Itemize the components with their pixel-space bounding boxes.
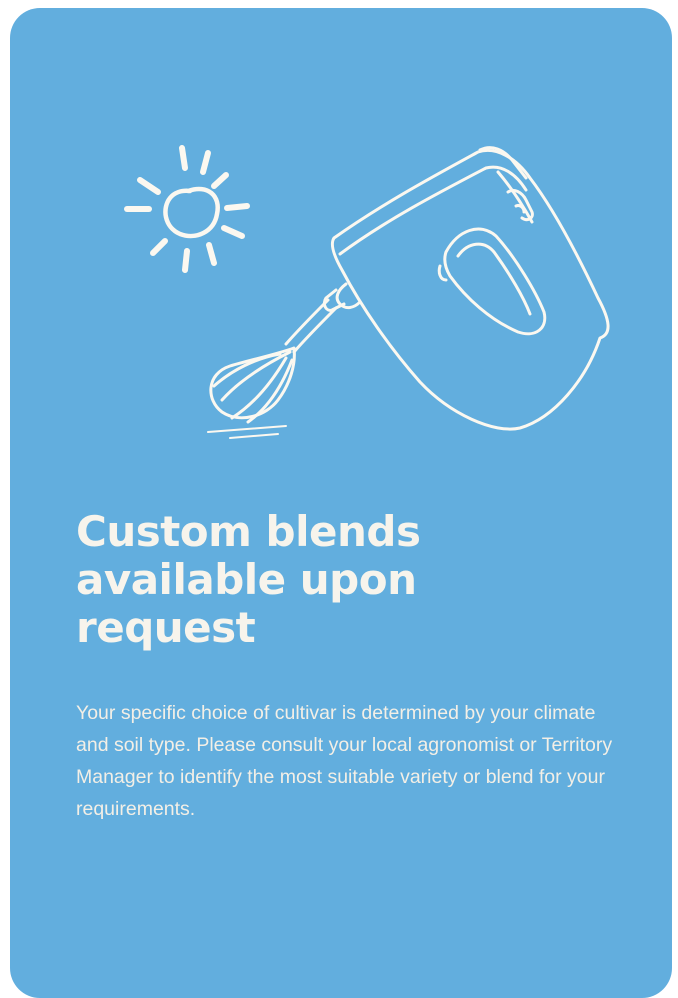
headline: Custom blends available upon request bbox=[76, 507, 421, 652]
body-text: Your specific choice of cultivar is dete… bbox=[76, 702, 613, 820]
illustration bbox=[124, 145, 610, 439]
sun-icon bbox=[124, 145, 250, 273]
hand-mixer-icon bbox=[207, 146, 610, 439]
info-card: Custom blends available upon request You… bbox=[10, 8, 672, 998]
